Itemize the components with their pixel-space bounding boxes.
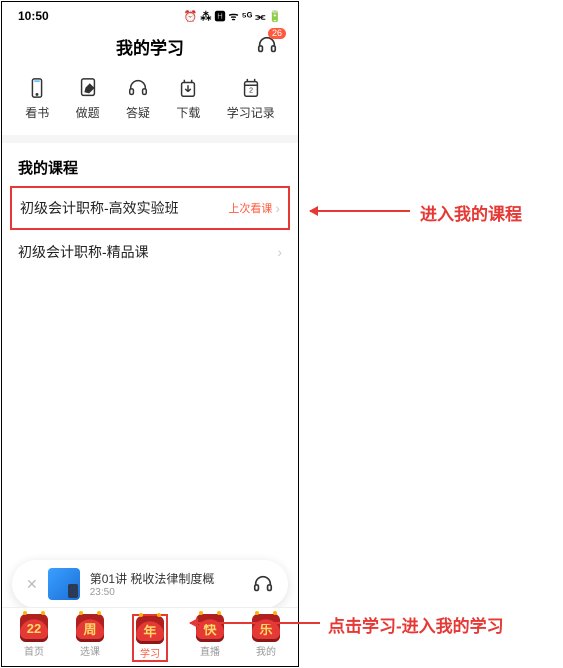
headphone-icon xyxy=(252,573,274,595)
nav-home[interactable]: 22 首页 xyxy=(20,614,48,662)
action-read[interactable]: 看书 xyxy=(25,77,49,121)
chevron-right-icon: › xyxy=(275,200,280,216)
annotation-text-course: 进入我的课程 xyxy=(420,200,522,225)
player-title: 第01讲 税收法律制度概 xyxy=(90,570,242,587)
chevron-right-icon: › xyxy=(277,244,282,260)
svg-text:2: 2 xyxy=(249,86,253,95)
status-icons: ⏰ ⁂ 🅷 ᯤ ⁵ᴳ ⫘ 🔋 xyxy=(184,8,282,24)
nav-label: 学习 xyxy=(140,645,160,660)
status-bar: 10:50 ⏰ ⁂ 🅷 ᯤ ⁵ᴳ ⫘ 🔋 xyxy=(2,2,298,26)
action-row: 看书 做题 答疑 下载 2 学习记录 xyxy=(2,69,298,135)
player-time: 23:50 xyxy=(90,587,242,598)
play-button[interactable] xyxy=(252,573,274,595)
action-label: 下载 xyxy=(176,104,200,121)
action-download[interactable]: 下载 xyxy=(176,77,200,121)
player-info: 第01讲 税收法律制度概 23:50 xyxy=(90,570,242,598)
headphone-icon xyxy=(127,77,149,99)
action-label: 答疑 xyxy=(126,104,150,121)
course-item[interactable]: 初级会计职称-精品课 › xyxy=(2,230,298,274)
action-label: 学习记录 xyxy=(227,104,275,121)
nav-label: 首页 xyxy=(24,643,44,658)
nav-icon-mine: 乐 xyxy=(252,614,280,642)
action-exercise[interactable]: 做题 xyxy=(76,77,100,121)
annotation-arrow-nav xyxy=(190,622,320,624)
support-button[interactable]: 26 xyxy=(256,34,278,61)
nav-label: 直播 xyxy=(200,643,220,658)
action-label: 看书 xyxy=(25,104,49,121)
player-thumbnail xyxy=(48,568,80,600)
mini-player[interactable]: ✕ 第01讲 税收法律制度概 23:50 xyxy=(12,560,288,608)
action-label: 做题 xyxy=(76,104,100,121)
book-icon xyxy=(26,77,48,99)
nav-icon-live: 快 xyxy=(196,614,224,642)
nav-icon-home: 22 xyxy=(20,614,48,642)
nav-label: 选课 xyxy=(80,643,100,658)
close-icon[interactable]: ✕ xyxy=(26,576,38,593)
nav-study[interactable]: 年 学习 xyxy=(132,614,168,662)
annotation-text-nav: 点击学习-进入我的学习 xyxy=(328,612,504,637)
phone-frame: 10:50 ⏰ ⁂ 🅷 ᯤ ⁵ᴳ ⫘ 🔋 我的学习 26 看书 做题 答疑 下载… xyxy=(1,1,299,667)
header: 我的学习 26 xyxy=(2,26,298,69)
divider xyxy=(2,135,298,143)
last-watched-tag: 上次看课 › xyxy=(228,200,280,216)
status-time: 10:50 xyxy=(18,9,49,23)
course-item-highlighted[interactable]: 初级会计职称-高效实验班 上次看课 › xyxy=(10,186,290,230)
action-qa[interactable]: 答疑 xyxy=(126,77,150,121)
course-name: 初级会计职称-精品课 xyxy=(18,242,149,262)
nav-icon-courses: 周 xyxy=(76,614,104,642)
page-title: 我的学习 xyxy=(116,34,184,59)
notification-badge: 26 xyxy=(268,28,286,39)
pencil-icon xyxy=(77,77,99,99)
course-name: 初级会计职称-高效实验班 xyxy=(20,198,179,218)
nav-label: 我的 xyxy=(256,643,276,658)
download-icon xyxy=(177,77,199,99)
annotation-arrow-course xyxy=(310,210,410,212)
bottom-nav: 22 首页 周 选课 年 学习 快 直播 乐 我的 xyxy=(2,607,298,666)
action-history[interactable]: 2 学习记录 xyxy=(227,77,275,121)
nav-courses[interactable]: 周 选课 xyxy=(76,614,104,662)
section-title: 我的课程 xyxy=(2,143,298,186)
calendar-icon: 2 xyxy=(240,77,262,99)
nav-icon-study: 年 xyxy=(136,616,164,644)
